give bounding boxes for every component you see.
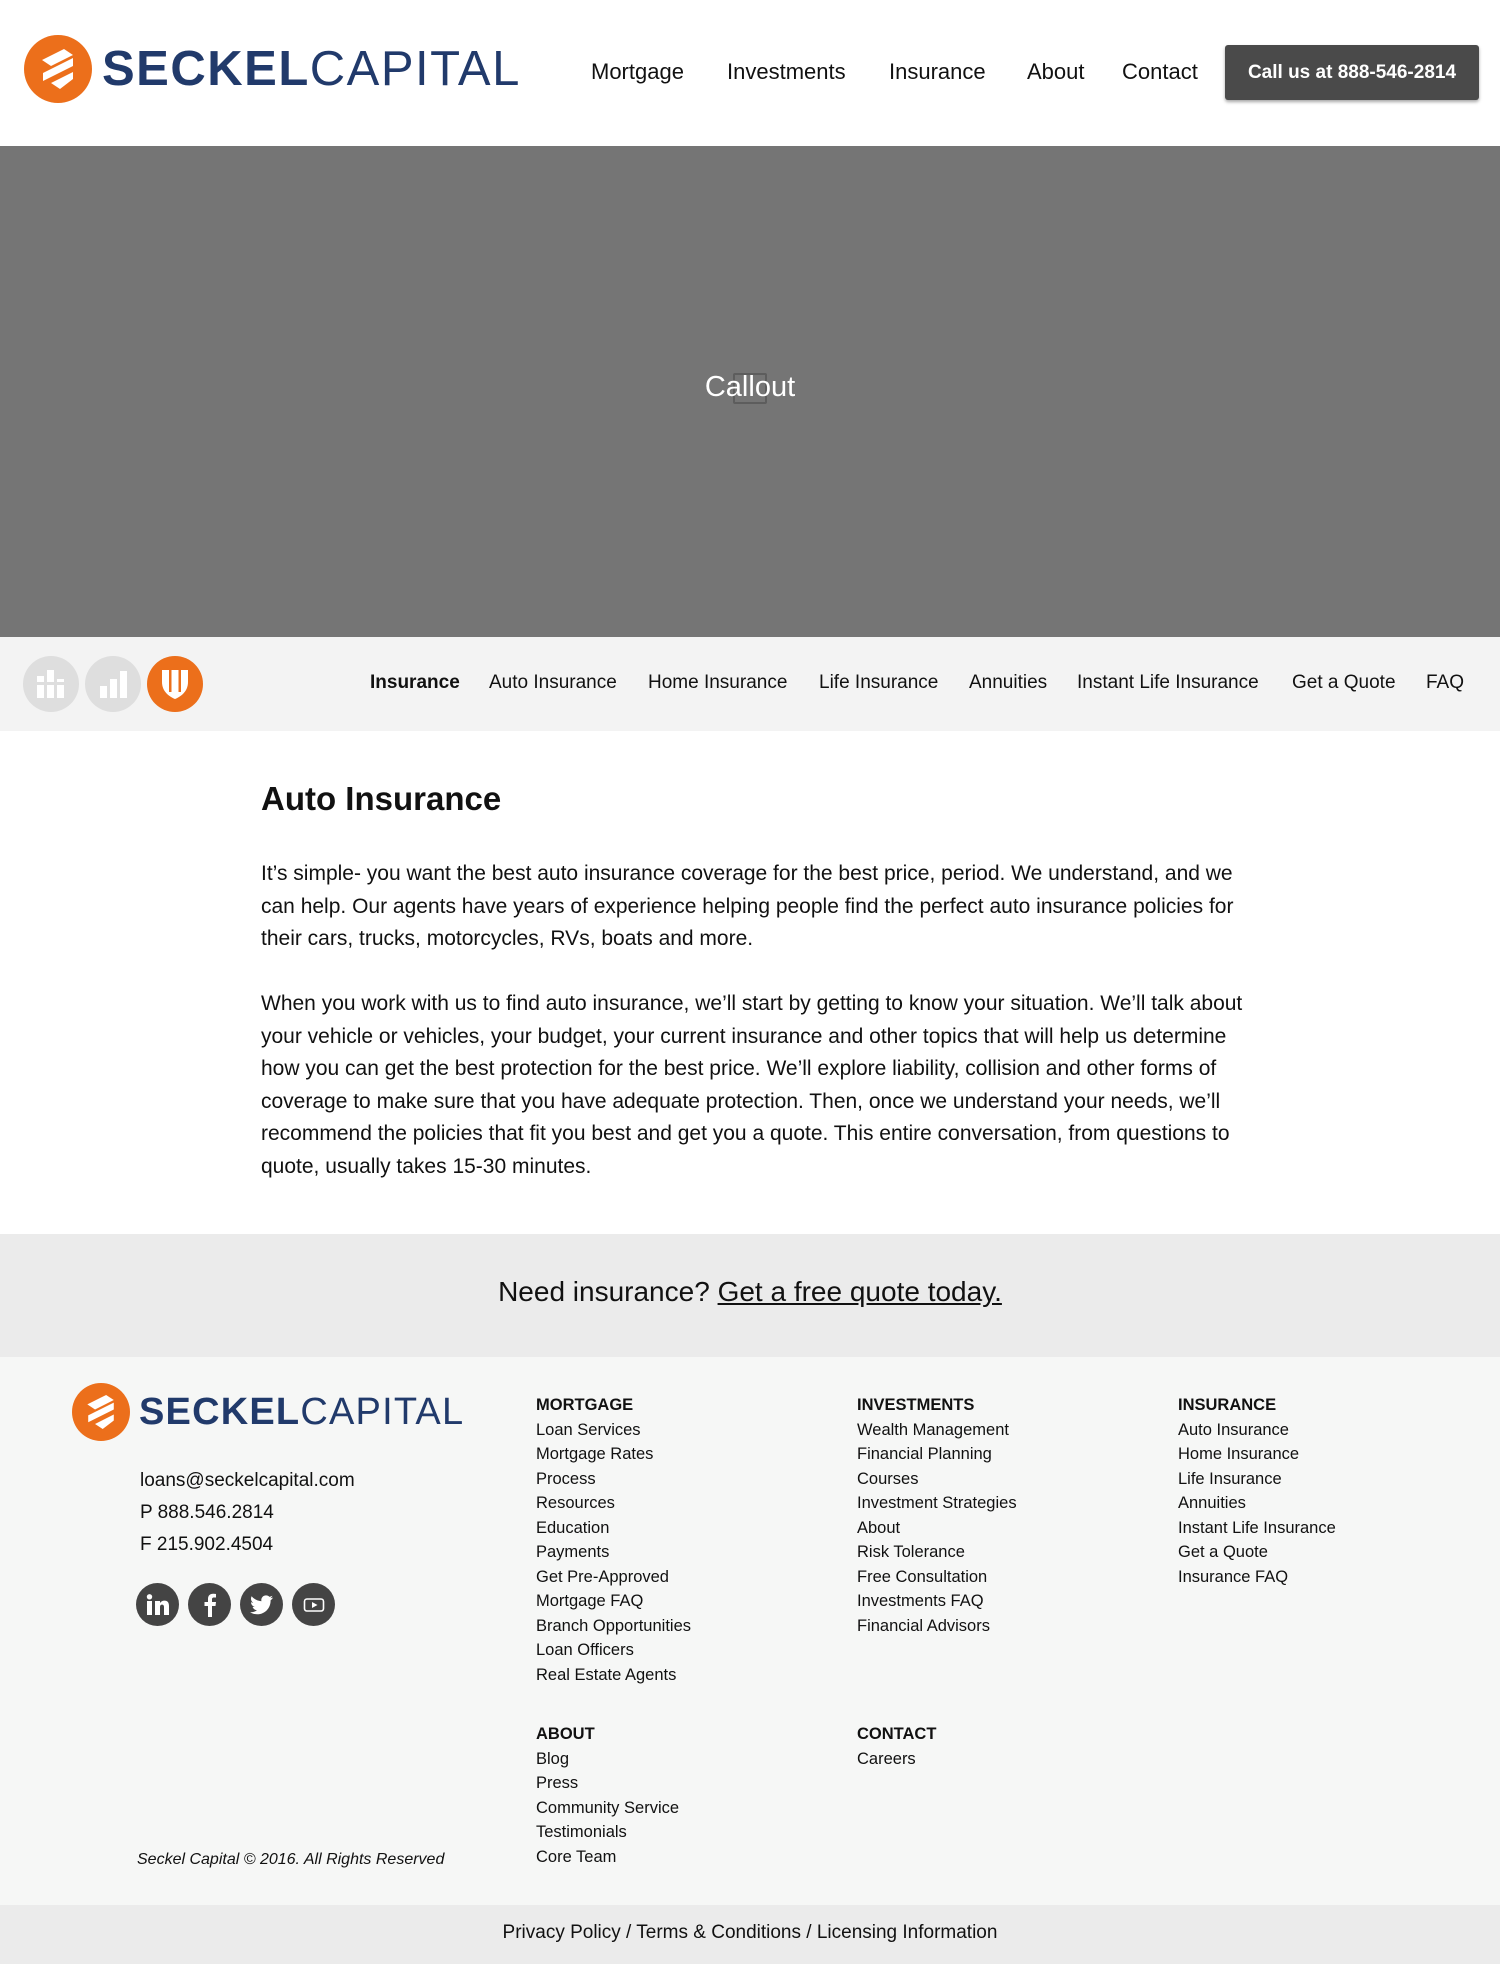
- footer-link[interactable]: Blog: [536, 1747, 679, 1772]
- footer-col-contact: CONTACT Careers: [857, 1722, 936, 1771]
- body-paragraph: When you work with us to find auto insur…: [261, 992, 1243, 1178]
- youtube-glyph: [303, 1597, 324, 1612]
- subnav-insurance[interactable]: Insurance: [370, 672, 460, 694]
- hero-callout-text: Callout: [704, 371, 796, 403]
- section-subnav: Insurance Auto Insurance Home Insurance …: [0, 637, 1500, 731]
- footer-link[interactable]: Financial Advisors: [857, 1614, 1017, 1639]
- insurance-shield-icon[interactable]: [147, 656, 203, 712]
- footer-heading-investments: INVESTMENTS: [857, 1396, 975, 1414]
- footer-link[interactable]: Core Team: [536, 1845, 679, 1870]
- linkedin-icon[interactable]: [136, 1583, 179, 1626]
- footer-col-investments: INVESTMENTS Wealth Management Financial …: [857, 1393, 1017, 1638]
- footer-logo-light: CAPITAL: [300, 1391, 465, 1433]
- subnav-get-a-quote[interactable]: Get a Quote: [1292, 672, 1396, 694]
- footer-logo-mark-icon: [72, 1383, 130, 1441]
- footer-link[interactable]: About: [857, 1516, 1017, 1541]
- footer-link[interactable]: Real Estate Agents: [536, 1663, 691, 1688]
- footer-link[interactable]: Branch Opportunities: [536, 1614, 691, 1639]
- footer-link[interactable]: Annuities: [1178, 1491, 1336, 1516]
- footer-link[interactable]: Life Insurance: [1178, 1467, 1336, 1492]
- footer-logo-bold: SECKEL: [139, 1391, 301, 1433]
- footer-heading-contact: CONTACT: [857, 1725, 937, 1743]
- nav-investments[interactable]: Investments: [727, 59, 846, 85]
- footer-link[interactable]: Press: [536, 1771, 679, 1796]
- nav-mortgage[interactable]: Mortgage: [591, 59, 684, 85]
- mortgage-glyph: [100, 671, 127, 698]
- logo-mark-icon: [24, 35, 92, 103]
- footer-heading-about: ABOUT: [536, 1725, 595, 1743]
- footer-link[interactable]: Careers: [857, 1747, 936, 1772]
- legal-links-bar[interactable]: Privacy Policy / Terms & Conditions / Li…: [0, 1905, 1500, 1964]
- footer-link[interactable]: Get Pre-Approved: [536, 1565, 691, 1590]
- footer-link[interactable]: Mortgage FAQ: [536, 1589, 691, 1614]
- free-quote-link[interactable]: Get a free quote today.: [718, 1276, 1002, 1307]
- facebook-icon[interactable]: [188, 1583, 231, 1626]
- footer-link[interactable]: Financial Planning: [857, 1442, 1017, 1467]
- footer-link[interactable]: Loan Officers: [536, 1638, 691, 1663]
- footer-link[interactable]: Testimonials: [536, 1820, 679, 1845]
- footer-link[interactable]: Risk Tolerance: [857, 1540, 1017, 1565]
- footer-logo-wordmark: SECKELCAPITAL: [139, 1393, 464, 1431]
- youtube-icon[interactable]: [292, 1583, 335, 1626]
- footer-logo[interactable]: SECKELCAPITAL: [72, 1383, 464, 1441]
- footer-link[interactable]: Home Insurance: [1178, 1442, 1336, 1467]
- footer-link[interactable]: Mortgage Rates: [536, 1442, 691, 1467]
- footer-fax: F 215.902.4504: [140, 1534, 274, 1555]
- footer-link[interactable]: Community Service: [536, 1796, 679, 1821]
- site-header: SECKELCAPITAL Mortgage Investments Insur…: [0, 0, 1500, 146]
- copyright-text: Seckel Capital © 2016. All Rights Reserv…: [137, 1851, 445, 1868]
- mortgage-icon[interactable]: [85, 656, 141, 712]
- investments-glyph: [35, 670, 67, 698]
- facebook-glyph: [204, 1593, 216, 1617]
- footer-link[interactable]: Insurance FAQ: [1178, 1565, 1336, 1590]
- footer-link[interactable]: Wealth Management: [857, 1418, 1017, 1443]
- footer-link[interactable]: Process: [536, 1467, 691, 1492]
- subnav-instant-life-insurance[interactable]: Instant Life Insurance: [1077, 672, 1259, 694]
- twitter-glyph: [249, 1594, 273, 1614]
- nav-about[interactable]: About: [1027, 59, 1085, 85]
- footer-heading-insurance: INSURANCE: [1178, 1396, 1277, 1414]
- logo-wordmark: SECKELCAPITAL: [102, 41, 521, 96]
- page-title: Auto Insurance: [261, 780, 502, 817]
- footer-link[interactable]: Courses: [857, 1467, 1017, 1492]
- shield-glyph: [162, 670, 188, 699]
- intro-paragraph: It’s simple- you want the best auto insu…: [261, 862, 1234, 950]
- footer-link[interactable]: Resources: [536, 1491, 691, 1516]
- footer-link[interactable]: Loan Services: [536, 1418, 691, 1443]
- footer-link[interactable]: Payments: [536, 1540, 691, 1565]
- footer-heading-mortgage: MORTGAGE: [536, 1396, 634, 1414]
- site-footer: SECKELCAPITAL loans@seckelcapital.com P …: [0, 1357, 1500, 1905]
- footer-email[interactable]: loans@seckelcapital.com: [140, 1470, 355, 1492]
- cta-prefix: Need insurance?: [498, 1276, 710, 1307]
- nav-contact[interactable]: Contact: [1122, 59, 1198, 85]
- twitter-icon[interactable]: [240, 1583, 283, 1626]
- subnav-faq[interactable]: FAQ: [1426, 672, 1464, 694]
- footer-link[interactable]: Education: [536, 1516, 691, 1541]
- footer-link[interactable]: Auto Insurance: [1178, 1418, 1336, 1443]
- call-us-button[interactable]: Call us at 888-546-2814: [1225, 45, 1479, 100]
- footer-link[interactable]: Investment Strategies: [857, 1491, 1017, 1516]
- quote-cta-banner: Need insurance? Get a free quote today.: [0, 1234, 1500, 1357]
- footer-link[interactable]: Instant Life Insurance: [1178, 1516, 1336, 1541]
- nav-insurance[interactable]: Insurance: [889, 59, 986, 85]
- investments-icon[interactable]: [23, 656, 79, 712]
- footer-col-about: ABOUT Blog Press Community Service Testi…: [536, 1722, 679, 1869]
- footer-col-mortgage: MORTGAGE Loan Services Mortgage Rates Pr…: [536, 1393, 691, 1687]
- footer-link[interactable]: Investments FAQ: [857, 1589, 1017, 1614]
- hero-banner: Callout: [0, 146, 1500, 637]
- linkedin-glyph: [146, 1593, 169, 1615]
- footer-link[interactable]: Free Consultation: [857, 1565, 1017, 1590]
- subnav-auto-insurance[interactable]: Auto Insurance: [489, 672, 617, 694]
- subnav-home-insurance[interactable]: Home Insurance: [648, 672, 787, 694]
- footer-link[interactable]: Get a Quote: [1178, 1540, 1336, 1565]
- logo-bold: SECKEL: [102, 41, 310, 96]
- footer-col-insurance: INSURANCE Auto Insurance Home Insurance …: [1178, 1393, 1336, 1589]
- subnav-annuities[interactable]: Annuities: [969, 672, 1047, 694]
- footer-phone[interactable]: P 888.546.2814: [140, 1502, 274, 1524]
- subnav-life-insurance[interactable]: Life Insurance: [819, 672, 938, 694]
- logo-light: CAPITAL: [309, 41, 521, 96]
- seckel-capital-logo[interactable]: SECKELCAPITAL: [24, 33, 519, 105]
